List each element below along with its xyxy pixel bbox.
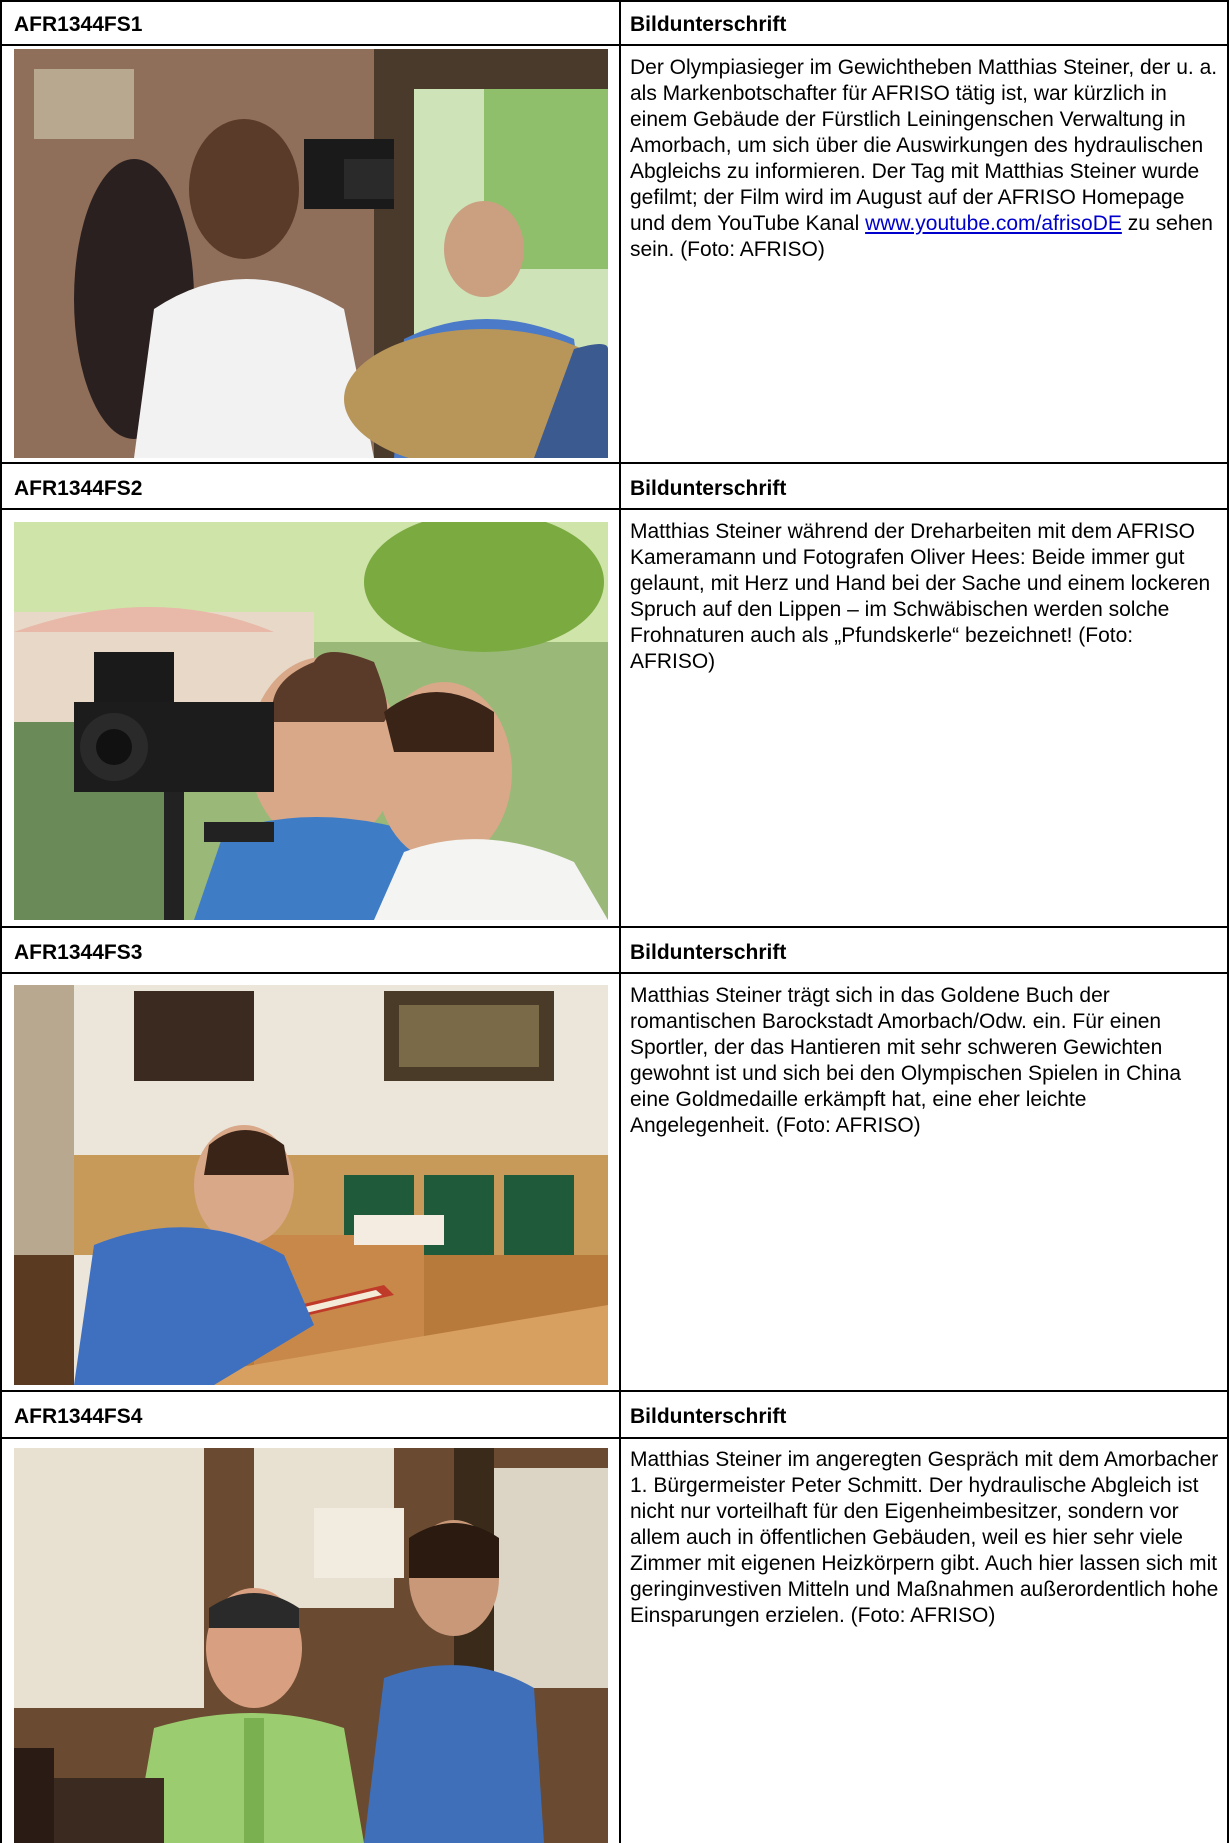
photo-caption: Matthias Steiner während der Dreharbeite… (630, 520, 1211, 673)
row-divider (0, 972, 1229, 974)
row-divider (0, 1390, 1229, 1392)
caption-header: Bildunterschrift (630, 1405, 787, 1428)
table-border-top (0, 0, 1229, 2)
row-divider (0, 462, 1229, 464)
caption-text: Der Olympiasieger im Gewichtheben Matthi… (630, 56, 1218, 235)
table-column-divider (619, 0, 621, 1843)
photo-id: AFR1344FS3 (14, 941, 143, 964)
row-divider (0, 44, 1229, 46)
photo-film-crew (14, 49, 608, 458)
row-divider (0, 508, 1229, 510)
caption-header: Bildunterschrift (630, 477, 787, 500)
photo-caption: Matthias Steiner im angeregten Gespräch … (630, 1448, 1219, 1627)
caption-header: Bildunterschrift (630, 13, 787, 36)
photo-id: AFR1344FS2 (14, 477, 143, 500)
caption-table: AFR1344FS1 Bildunterschrift Der Olympias… (0, 0, 1229, 1843)
row-divider (0, 1437, 1229, 1439)
photo-id: AFR1344FS4 (14, 1405, 143, 1428)
caption-header: Bildunterschrift (630, 941, 787, 964)
row-divider (0, 926, 1229, 928)
photo-caption: Matthias Steiner trägt sich in das Golde… (630, 984, 1181, 1137)
table-border-left (0, 0, 2, 1843)
photo-caption: Der Olympiasieger im Gewichtheben Matthi… (630, 55, 1220, 263)
photo-mayor-talk (14, 1448, 608, 1843)
photo-id: AFR1344FS1 (14, 13, 143, 36)
photo-cameraman (14, 522, 608, 920)
youtube-link[interactable]: www.youtube.com/afrisoDE (865, 212, 1122, 235)
photo-golden-book (14, 985, 608, 1385)
